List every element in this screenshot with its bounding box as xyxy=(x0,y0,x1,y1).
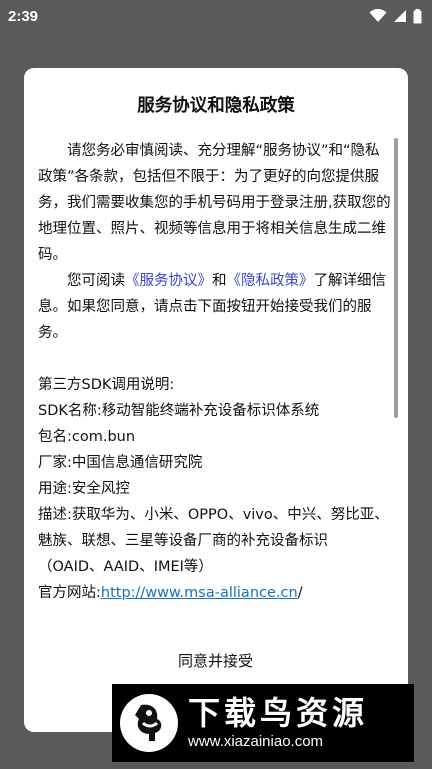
service-agreement-link[interactable]: 《服务协议》 xyxy=(125,273,212,289)
status-time: 2:39 xyxy=(8,7,39,25)
sdk-heading: 第三方SDK调用说明: xyxy=(38,377,175,393)
battery-icon xyxy=(413,8,422,23)
dialog-scroll-content[interactable]: 请您务必审慎阅读、充分理解“服务协议”和“隐私政策”各条款，包括但不限于：为了更… xyxy=(38,138,393,732)
bird-logo-icon xyxy=(120,694,178,752)
privacy-dialog: 服务协议和隐私政策 请您务必审慎阅读、充分理解“服务协议”和“隐私政策”各条款，… xyxy=(24,68,408,732)
sdk-website-label: 官方网站: xyxy=(38,585,101,601)
watermark-banner: 下载鸟资源 www.xiazainiao.com xyxy=(112,684,414,762)
consent-paragraph: 您可阅读《服务协议》和《隐私政策》了解详细信息。如果您同意，请点击下面按钮开始接… xyxy=(38,268,393,346)
consent-and: 和 xyxy=(212,273,227,289)
sdk-website-link[interactable]: http://www.msa-alliance.cn xyxy=(101,585,298,601)
sdk-website-suffix: / xyxy=(297,585,303,601)
watermark-url: www.xiazainiao.com xyxy=(188,733,324,750)
wifi-icon xyxy=(369,9,387,22)
accept-button[interactable]: 同意并接受 xyxy=(38,648,393,674)
consent-prefix: 您可阅读 xyxy=(67,273,125,289)
signal-icon xyxy=(394,10,406,22)
dialog-title: 服务协议和隐私政策 xyxy=(137,96,295,116)
scrollbar[interactable] xyxy=(394,138,398,418)
sdk-vendor: 厂家:中国信息通信研究院 xyxy=(38,455,203,471)
privacy-policy-link[interactable]: 《隐私政策》 xyxy=(227,273,314,289)
sdk-package: 包名:com.bun xyxy=(38,429,136,445)
status-icons xyxy=(369,8,422,24)
sdk-website: 官方网站:http://www.msa-alliance.cn/ xyxy=(38,580,393,606)
status-bar: 2:39 xyxy=(0,0,432,32)
scrollbar-thumb[interactable] xyxy=(394,138,398,418)
sdk-purpose: 用途:安全风控 xyxy=(38,481,130,497)
sdk-description: 描述:获取华为、小米、OPPO、vivo、中兴、努比亚、魅族、联想、三星等设备厂… xyxy=(38,507,389,575)
watermark-name: 下载鸟资源 xyxy=(188,694,369,732)
intro-paragraph: 请您务必审慎阅读、充分理解“服务协议”和“隐私政策”各条款，包括但不限于：为了更… xyxy=(38,143,391,263)
sdk-name: SDK名称:移动智能终端补充设备标识体系统 xyxy=(38,403,320,419)
